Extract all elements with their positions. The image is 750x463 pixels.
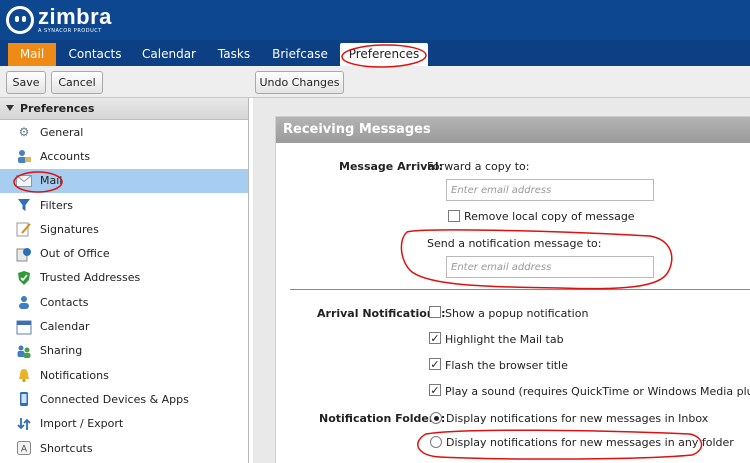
sidebar-list: ⚙ General Accounts Mail Filters Signatur… [0, 120, 248, 460]
signature-icon [16, 221, 32, 237]
play-sound-checkbox[interactable] [429, 384, 441, 396]
sidebar-item-label: Calendar [40, 320, 90, 334]
logo-subtext: A SYNACOR PRODUCT [38, 28, 102, 34]
sidebar-header[interactable]: Preferences [0, 98, 248, 120]
sidebar-item-contacts[interactable]: Contacts [0, 290, 248, 314]
toolbar: Save Cancel Undo Changes [0, 66, 750, 98]
preferences-sidebar: Preferences ⚙ General Accounts Mail Filt… [0, 98, 249, 463]
sidebar-item-label: Sharing [40, 344, 83, 358]
tab-preferences[interactable]: Preferences [340, 43, 428, 66]
sidebar-item-label: Filters [40, 198, 73, 212]
sidebar-item-label: Trusted Addresses [40, 271, 141, 285]
highlight-mail-tab-label: Highlight the Mail tab [445, 333, 564, 346]
zimbra-logo[interactable]: zimbra A SYNACOR PRODUCT [6, 6, 112, 34]
flash-browser-title-checkbox[interactable] [429, 358, 441, 370]
inbox-notifications-radio[interactable] [430, 412, 442, 424]
bell-icon [16, 367, 32, 383]
popup-notification-label: Show a popup notification [445, 307, 589, 320]
preferences-content: Receiving Messages Message Arrival: Forw… [253, 98, 750, 463]
shortcuts-icon: A [16, 440, 32, 456]
sidebar-item-accounts[interactable]: Accounts [0, 144, 248, 168]
sidebar-item-label: Shortcuts [40, 441, 93, 455]
app-header: zimbra A SYNACOR PRODUCT [0, 0, 750, 40]
undo-changes-button[interactable]: Undo Changes [255, 71, 344, 94]
sidebar-item-label: Mail [40, 174, 63, 188]
logo-text: zimbra [38, 4, 112, 29]
sharing-icon [16, 343, 32, 359]
sidebar-item-connected-devices[interactable]: Connected Devices & Apps [0, 387, 248, 411]
shield-icon [16, 270, 32, 286]
sidebar-item-mail[interactable]: Mail [0, 168, 248, 193]
notification-email-field[interactable] [446, 256, 654, 278]
calendar-icon [16, 319, 32, 335]
flash-browser-title-label: Flash the browser title [445, 359, 568, 372]
tab-calendar[interactable]: Calendar [136, 43, 202, 66]
sidebar-item-signatures[interactable]: Signatures [0, 217, 248, 241]
filter-icon [16, 197, 32, 213]
sidebar-item-label: Signatures [40, 222, 99, 236]
any-folder-notifications-radio[interactable] [430, 436, 442, 448]
section-divider [290, 289, 750, 290]
sidebar-item-notifications[interactable]: Notifications [0, 363, 248, 387]
tab-mail[interactable]: Mail [8, 43, 56, 66]
sidebar-item-label: General [40, 125, 84, 139]
sidebar-item-label: Contacts [40, 295, 89, 309]
arrival-notifications-label: Arrival Notifications: [317, 307, 446, 320]
remove-local-copy-label: Remove local copy of message [464, 210, 635, 223]
sidebar-item-calendar[interactable]: Calendar [0, 314, 248, 338]
tab-contacts[interactable]: Contacts [62, 43, 128, 66]
collapse-triangle-icon[interactable] [6, 105, 14, 111]
mail-icon [16, 173, 32, 189]
any-folder-notifications-label: Display notifications for new messages i… [446, 436, 734, 449]
tab-briefcase[interactable]: Briefcase [266, 43, 334, 66]
sidebar-item-import-export[interactable]: Import / Export [0, 412, 248, 436]
sidebar-item-sharing[interactable]: Sharing [0, 339, 248, 363]
forward-copy-label: Forward a copy to: [427, 160, 530, 173]
tab-tasks[interactable]: Tasks [210, 43, 258, 66]
accounts-icon [16, 148, 32, 164]
sidebar-item-label: Notifications [40, 368, 109, 382]
popup-notification-checkbox[interactable] [429, 306, 441, 318]
save-button[interactable]: Save [6, 71, 46, 94]
sidebar-item-filters[interactable]: Filters [0, 193, 248, 217]
sidebar-item-shortcuts[interactable]: A Shortcuts [0, 436, 248, 460]
notification-folders-label: Notification Folders: [319, 412, 446, 425]
sidebar-item-label: Connected Devices & Apps [40, 392, 189, 406]
sidebar-title: Preferences [20, 102, 95, 115]
receiving-messages-panel: Receiving Messages Message Arrival: Forw… [275, 116, 750, 463]
sidebar-item-trusted-addresses[interactable]: Trusted Addresses [0, 266, 248, 290]
play-sound-label: Play a sound (requires QuickTime or Wind… [445, 385, 750, 398]
forward-email-input[interactable] [447, 180, 653, 200]
sidebar-item-label: Accounts [40, 149, 91, 163]
remove-local-copy-checkbox[interactable] [448, 210, 460, 222]
import-export-icon [16, 416, 32, 432]
forward-email-field[interactable] [446, 179, 654, 201]
sidebar-item-general[interactable]: ⚙ General [0, 120, 248, 144]
notification-message-label: Send a notification message to: [427, 237, 602, 250]
inbox-notifications-label: Display notifications for new messages i… [446, 412, 709, 425]
devices-icon [16, 391, 32, 407]
sidebar-item-label: Out of Office [40, 247, 110, 261]
app-tab-bar: Mail Contacts Calendar Tasks Briefcase P… [0, 40, 750, 66]
section-title: Receiving Messages [276, 117, 750, 143]
sidebar-item-out-of-office[interactable]: Out of Office [0, 241, 248, 265]
sidebar-item-label: Import / Export [40, 417, 124, 431]
cancel-button[interactable]: Cancel [51, 71, 103, 94]
zimbra-logo-icon [6, 6, 34, 34]
notification-email-input[interactable] [447, 257, 653, 277]
out-of-office-icon [16, 246, 32, 262]
contacts-icon [16, 294, 32, 310]
gear-icon: ⚙ [18, 125, 30, 140]
highlight-mail-tab-checkbox[interactable] [429, 332, 441, 344]
svg-text:A: A [21, 445, 28, 455]
